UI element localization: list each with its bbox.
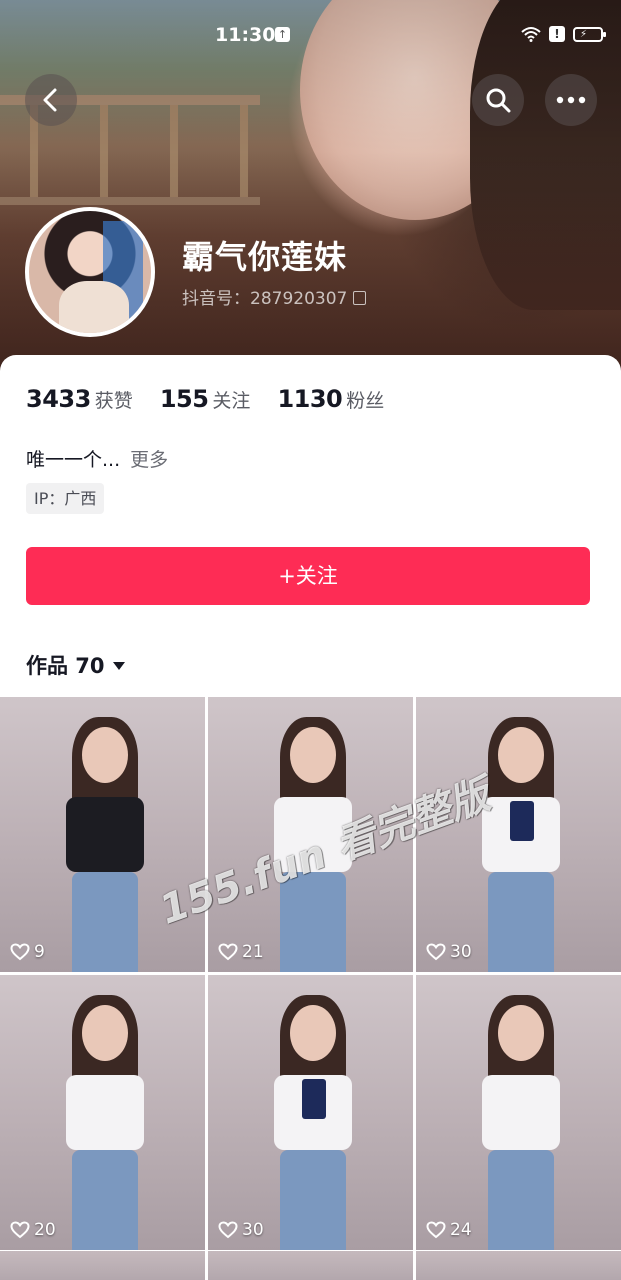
stat-following[interactable]: 155 关注 <box>160 385 251 413</box>
stat-likes-value: 3433 <box>26 385 91 413</box>
video-figure <box>60 717 150 972</box>
figure-jeans <box>72 872 138 972</box>
figure-head <box>82 727 128 783</box>
like-count: 9 <box>10 942 45 962</box>
video-tile-peek[interactable] <box>416 1251 621 1280</box>
like-count-value: 30 <box>242 1220 264 1240</box>
tab-works-label: 作品 70 <box>26 654 105 678</box>
douyin-id-row[interactable]: 抖音号：287920307 <box>182 284 367 309</box>
heart-icon <box>218 1221 238 1239</box>
heart-icon <box>426 1221 446 1239</box>
stat-following-value: 155 <box>159 385 209 413</box>
status-icons: ! ⚡ <box>521 26 606 42</box>
more-icon <box>556 96 586 104</box>
avatar[interactable] <box>25 207 155 337</box>
heart-icon <box>426 943 446 961</box>
figure-head <box>498 727 544 783</box>
like-count-value: 20 <box>34 1220 56 1240</box>
video-tile[interactable]: 30 <box>208 975 413 1250</box>
bio-text: 唯一一个... <box>26 449 121 471</box>
video-figure <box>60 995 150 1250</box>
figure-head <box>82 1005 128 1061</box>
figure-bow <box>302 1079 326 1119</box>
stat-following-label: 关注 <box>212 390 251 412</box>
bio: 唯一一个... 更多 <box>26 445 168 472</box>
search-icon <box>486 88 511 113</box>
bio-more-link[interactable]: 更多 <box>130 449 168 471</box>
like-count-value: 30 <box>450 942 472 962</box>
back-icon <box>43 88 57 112</box>
like-count-value: 24 <box>450 1220 472 1240</box>
copy-icon[interactable] <box>353 291 367 305</box>
like-count: 24 <box>426 1220 472 1240</box>
tab-works[interactable]: 作品 70 <box>26 650 125 680</box>
follow-button[interactable]: +关注 <box>26 547 590 605</box>
like-count: 30 <box>218 1220 264 1240</box>
like-count: 21 <box>218 942 264 962</box>
alert-icon: ! <box>549 26 565 42</box>
heart-icon <box>10 1221 30 1239</box>
nickname: 霸气你莲妹 <box>182 238 348 276</box>
stat-followers-label: 粉丝 <box>346 390 385 412</box>
search-button[interactable] <box>472 74 524 126</box>
figure-jeans <box>488 1150 554 1250</box>
more-button[interactable] <box>545 74 597 126</box>
video-tile-peek[interactable] <box>208 1251 413 1280</box>
video-tile[interactable]: 20 <box>0 975 205 1250</box>
battery-icon: ⚡ <box>573 26 606 42</box>
like-count-value: 9 <box>34 942 45 962</box>
figure-head <box>290 727 336 783</box>
stat-followers[interactable]: 1130 粉丝 <box>277 385 384 413</box>
figure-head <box>290 1005 336 1061</box>
figure-top <box>66 797 144 872</box>
figure-top <box>482 1075 560 1150</box>
stats-row: 3433 获赞 155 关注 1130 粉丝 <box>26 385 384 413</box>
like-count-value: 21 <box>242 942 264 962</box>
chevron-down-icon <box>112 662 125 670</box>
like-count: 20 <box>10 1220 56 1240</box>
like-count: 30 <box>426 942 472 962</box>
stat-likes[interactable]: 3433 获赞 <box>26 385 133 413</box>
figure-head <box>498 1005 544 1061</box>
wifi-icon <box>521 27 541 42</box>
figure-jeans <box>280 1150 346 1250</box>
video-figure <box>476 995 566 1250</box>
back-button[interactable] <box>25 74 77 126</box>
douyin-id: 抖音号：287920307 <box>182 289 348 309</box>
figure-top <box>66 1075 144 1150</box>
profile-card: 3433 获赞 155 关注 1130 粉丝 唯一一个... 更多 IP：广西 +关注 … <box>0 355 621 697</box>
video-figure <box>476 717 566 972</box>
figure-bow <box>510 801 534 841</box>
video-tile[interactable]: 24 <box>416 975 621 1250</box>
figure-jeans <box>72 1150 138 1250</box>
heart-icon <box>218 943 238 961</box>
stat-followers-value: 1130 <box>277 385 343 413</box>
ip-tag: IP：广西 <box>26 483 105 514</box>
figure-top <box>274 1075 352 1150</box>
video-figure <box>268 995 358 1250</box>
figure-jeans <box>488 872 554 972</box>
upload-status-icon: ↑ <box>275 27 290 42</box>
figure-top <box>482 797 560 872</box>
stat-likes-label: 获赞 <box>94 390 133 412</box>
video-tile-peek[interactable] <box>0 1251 205 1280</box>
status-time: 11:30 <box>215 24 276 46</box>
heart-icon <box>10 943 30 961</box>
